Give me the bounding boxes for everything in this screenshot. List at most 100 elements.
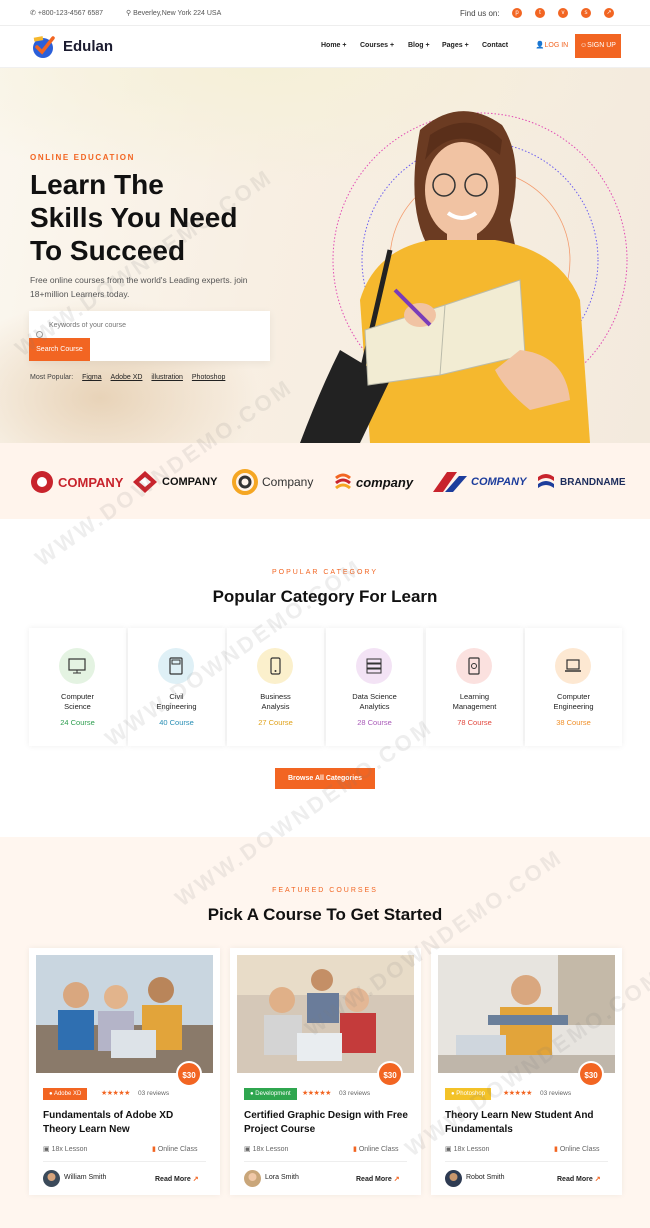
category-count: 28 Course [357,718,392,727]
course-tag[interactable]: ● Development [244,1088,297,1100]
category-name-line-2: Management [452,702,497,711]
lesson-icon: ▣ [43,1146,50,1153]
category-title: Popular Category For Learn [212,587,438,606]
read-more-label: Read More [557,1176,593,1183]
course-tag-label: Photoshop [456,1091,485,1097]
author-avatar [43,1170,60,1187]
brand-name[interactable]: Edulan [63,38,113,55]
nav-pages-label: Pages [442,42,463,49]
course-card[interactable]: $30 ● Development ★★★★★ 03 reviews Certi… [230,948,421,1195]
lesson-count-label: 18x Lesson [252,1146,289,1153]
courses-eyebrow: FEATURED COURSES [272,887,378,894]
category-card-civil-engineering[interactable]: Civil Engineering 40 Course [128,628,225,746]
popular-label: Most Popular: [30,374,74,381]
skype-icon[interactable]: s [581,8,591,18]
vimeo-icon[interactable]: v [558,8,568,18]
course-price: $30 [377,1061,403,1087]
class-mode-label: Online Class [559,1146,600,1153]
read-more-link[interactable]: Read More ↗ [155,1175,199,1183]
brand-logo-4: company [334,470,413,494]
twitter-icon[interactable]: t [535,8,545,18]
partner-brands-strip: COMPANY COMPANY Company company COMPANY … [0,443,650,519]
share-icon[interactable]: ↗ [604,8,614,18]
course-tag[interactable]: ● Photoshop [445,1088,491,1100]
review-count: 03 reviews [339,1090,371,1097]
hero-title-line-2: Skills You Need [30,202,238,233]
author-avatar [445,1170,462,1187]
popular-tag-photoshop[interactable]: Photoshop [192,374,225,381]
signup-button[interactable]: ☺SIGN UP [575,34,621,58]
category-name-line-2: Science [64,702,91,711]
category-name: Business Analysis [227,692,324,712]
course-search-box: Search Course [29,311,270,361]
course-card[interactable]: $30 ● Adobe XD ★★★★★ 03 reviews Fundamen… [29,948,220,1195]
browse-all-categories-button[interactable]: Browse All Categories [275,768,375,789]
category-name: Civil Engineering [128,692,225,712]
address: ⚲ Beverley,New York 224 USA [126,10,222,17]
popular-tag-figma[interactable]: Figma [82,374,101,381]
external-link-icon: ↗ [192,1176,199,1183]
popular-tag-adobe-xd[interactable]: Adobe XD [111,374,143,381]
category-count: 24 Course [60,718,95,727]
course-title[interactable]: Fundamentals of Adobe XD Theory Learn Ne… [43,1109,208,1137]
course-search-input[interactable] [49,319,249,331]
brand-logo-5: COMPANY [433,470,526,494]
courses-title: Pick A Course To Get Started [207,905,443,924]
rating-stars: ★★★★★ [302,1090,331,1097]
course-title[interactable]: Certified Graphic Design with Free Proje… [244,1109,409,1137]
search-course-button[interactable]: Search Course [29,338,90,361]
search-icon [36,331,43,338]
author-name[interactable]: Lora Smith [265,1174,299,1181]
nav-contact[interactable]: Contact [482,42,508,49]
read-more-link[interactable]: Read More ↗ [356,1175,400,1183]
logo-icon[interactable] [31,35,57,59]
brand-logo-1: COMPANY [30,470,123,494]
hero-title: Learn The Skills You Need To Succeed [30,168,290,267]
category-card-data-science[interactable]: Data Science Analytics 28 Course [326,628,423,746]
category-card-learning-management[interactable]: Learning Management 78 Course [426,628,523,746]
nav-courses-label: Courses [360,42,389,49]
lesson-count: ▣ 18x Lesson [445,1145,489,1153]
category-eyebrow: POPULAR CATEGORY [271,569,379,576]
pinterest-icon[interactable]: p [512,8,522,18]
category-name-line-1: Learning [459,692,490,701]
hero-title-line-3: To Succeed [30,235,186,266]
rating-stars: ★★★★★ [503,1090,532,1097]
find-us-label: Find us on: [460,9,500,18]
brand-3-label: Company [262,475,314,489]
category-card-computer-science[interactable]: Computer Science 24 Course [29,628,126,746]
brand-4-label: company [356,474,414,490]
mobile-phone-icon [257,648,293,684]
chart-bars-icon: ▮ [353,1146,357,1153]
course-image [36,955,213,1073]
author-name[interactable]: Robot Smith [466,1174,505,1181]
brand-6-icon [538,474,554,488]
phone-number[interactable]: ✆ +800-123-4567 6587 [30,9,103,17]
lesson-count-label: 18x Lesson [51,1146,88,1153]
read-more-link[interactable]: Read More ↗ [557,1175,601,1183]
course-title[interactable]: Theory Learn New Student And Fundamental… [445,1109,610,1137]
category-card-business-analysis[interactable]: Business Analysis 27 Course [227,628,324,746]
nav-courses[interactable]: Courses + [360,42,394,49]
brand-logo-6: BRANDNAME [536,470,626,494]
course-image [438,955,615,1073]
nav-blog[interactable]: Blog + [408,42,430,49]
category-count: 78 Course [457,718,492,727]
course-tag[interactable]: ● Adobe XD [43,1088,88,1100]
nav-home[interactable]: Home + [321,42,347,49]
lesson-count: ▣ 18x Lesson [244,1145,288,1153]
login-button[interactable]: 👤LOG IN [532,34,572,58]
card-divider [43,1161,206,1162]
author-name[interactable]: William Smith [64,1174,106,1181]
course-tag-label: Adobe XD [53,1091,82,1097]
category-name: Data Science Analytics [326,692,423,712]
category-count: 38 Course [556,718,591,727]
lesson-count-label: 18x Lesson [453,1146,490,1153]
top-bar: ✆ +800-123-4567 6587 ⚲ Beverley,New York… [0,0,650,26]
course-card[interactable]: $30 ● Photoshop ★★★★★ 03 reviews Theory … [431,948,622,1195]
category-card-computer-engineering[interactable]: Computer Engineering 38 Course [525,628,622,746]
popular-tag-illustration[interactable]: illustration [151,374,183,381]
brand-1-icon [31,471,53,493]
brand-6-label: BRANDNAME [560,476,626,488]
nav-pages[interactable]: Pages + [442,42,469,49]
